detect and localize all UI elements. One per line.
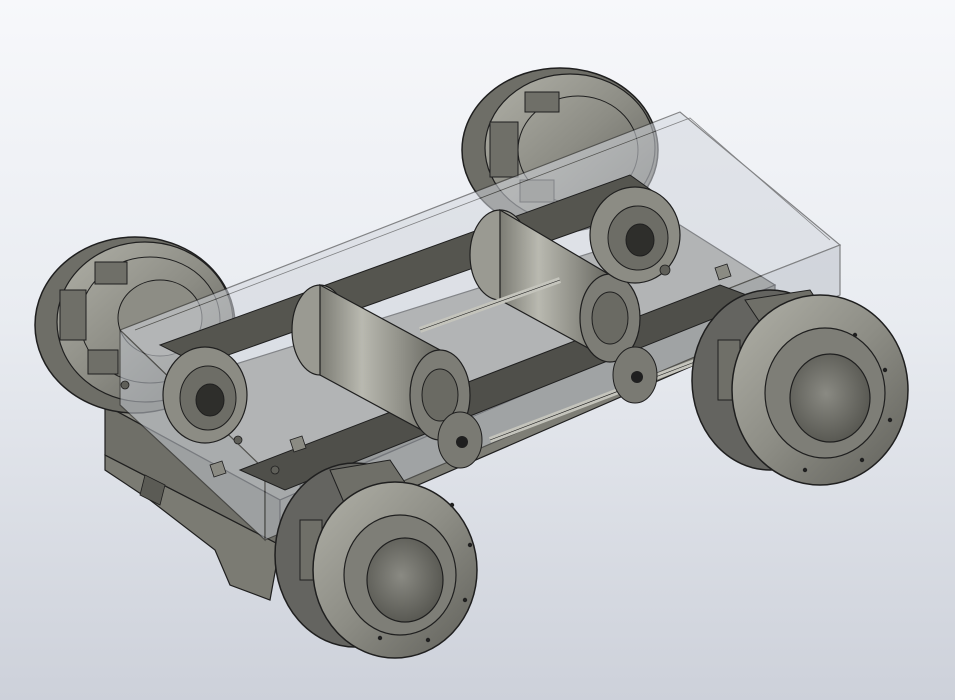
cad-model-render xyxy=(34,67,909,659)
gear-front-right xyxy=(612,346,658,404)
cad-viewport[interactable] xyxy=(0,0,955,700)
wheel-front-right xyxy=(691,289,909,486)
gear-front-left xyxy=(437,411,483,469)
wheel-front-left xyxy=(274,459,478,659)
pulley-rear-left xyxy=(162,346,248,444)
